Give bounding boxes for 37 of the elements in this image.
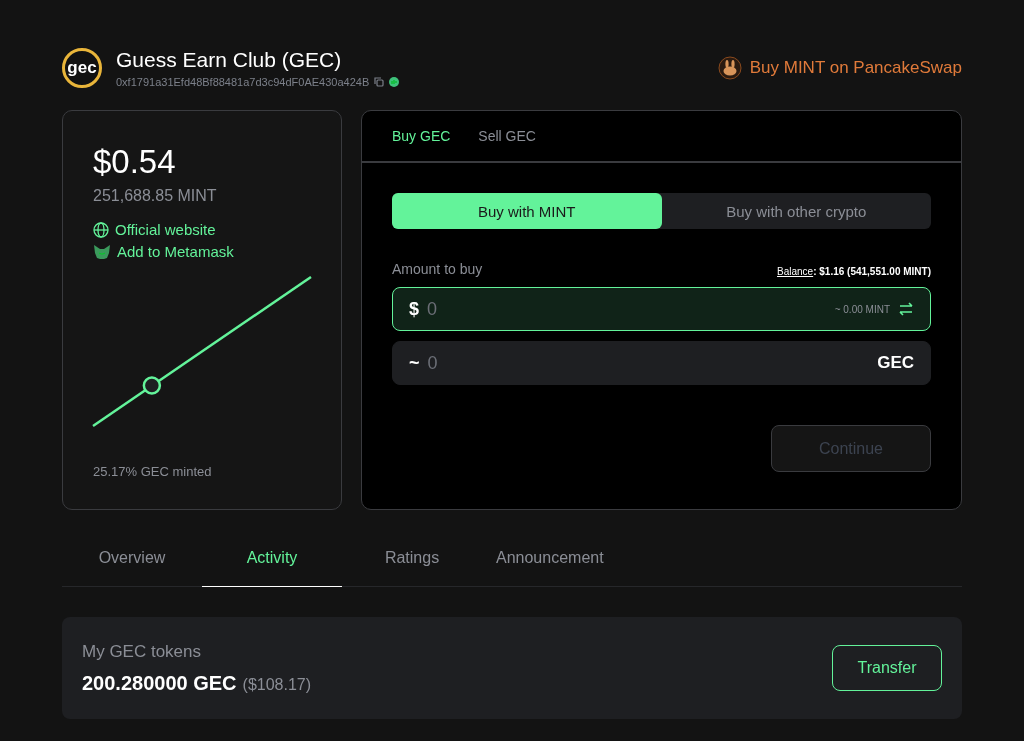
payment-mode-option[interactable]: Buy with other crypto <box>661 193 931 229</box>
metamask-link[interactable]: Add to Metamask <box>93 243 311 260</box>
copy-icon[interactable] <box>374 77 385 87</box>
pancakeswap-link[interactable]: Buy MINT on PancakeSwap <box>717 56 962 80</box>
trade-tab[interactable]: Buy GEC <box>392 128 451 144</box>
balance-usd-value: ($108.17) <box>242 675 312 694</box>
token-price: $0.54 <box>93 143 177 181</box>
website-link[interactable]: Official website <box>93 221 311 238</box>
token-balance: 200.280000 GEC <box>82 671 237 695</box>
trade-tab[interactable]: Sell GEC <box>478 128 536 144</box>
balance-text: Balance: $1.16 (541,551.00 MINT) <box>777 266 931 277</box>
bunny-icon <box>717 56 742 80</box>
token-logo: gec <box>62 48 102 88</box>
swap-icon[interactable] <box>898 302 914 316</box>
globe-icon <box>93 221 109 238</box>
transfer-button[interactable]: Transfer <box>832 645 942 691</box>
receive-field[interactable]: ~ 0 GEC <box>392 341 931 385</box>
token-name: Guess Earn Club (GEC) <box>116 48 343 72</box>
amount-label: Amount to buy <box>392 261 483 277</box>
payment-mode-option[interactable]: Buy with MINT <box>392 193 662 229</box>
token-address: 0xf1791a31Efd48Bf88481a7d3c94dF0AE430a424B <box>116 76 370 88</box>
section-tab[interactable]: Ratings <box>342 530 482 587</box>
section-tab[interactable]: Activity <box>202 530 342 587</box>
minted-text: 25.17% GEC minted <box>93 464 213 479</box>
amount-field[interactable]: $ 0 ~ 0.00 MINT <box>392 287 931 331</box>
holdings-title: My GEC tokens <box>82 641 203 662</box>
unit-label: GEC <box>877 353 914 373</box>
explorer-icon[interactable] <box>389 77 400 87</box>
receive-input[interactable]: 0 <box>425 351 878 375</box>
amount-input[interactable]: 0 <box>425 297 835 321</box>
section-tab[interactable]: Overview <box>62 530 202 587</box>
approx-sign: ~ <box>409 352 420 374</box>
section-tab[interactable]: Announcement <box>482 530 618 587</box>
price-in-mint: 251,688.85 MINT <box>93 187 218 205</box>
dollar-sign: $ <box>409 298 419 320</box>
fox-icon <box>93 243 111 260</box>
mint-conversion: ~ 0.00 MINT <box>834 303 890 315</box>
